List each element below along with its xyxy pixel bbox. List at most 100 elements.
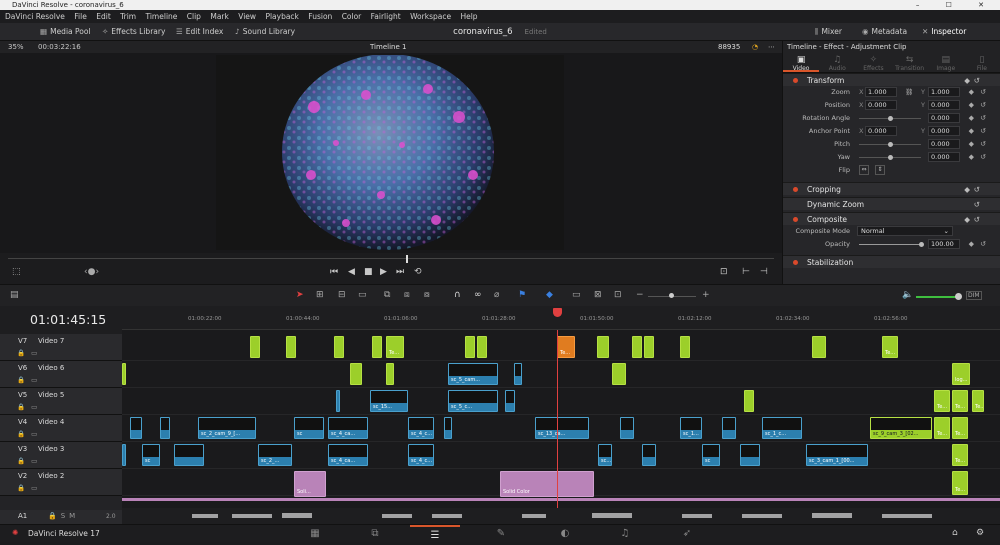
timeline-clip[interactable] (122, 363, 126, 385)
track-name[interactable]: Video 6 (38, 364, 64, 372)
yaw-field[interactable]: 0.000 (928, 152, 960, 162)
menu-timeline[interactable]: Timeline (146, 12, 178, 21)
sync-icon[interactable]: ◔ (752, 41, 758, 53)
menu-davinci[interactable]: DaVinci Resolve (5, 12, 65, 21)
window-controls[interactable]: – ☐ ✕ (916, 0, 996, 10)
keyframe-icon[interactable]: ◆ (969, 140, 974, 148)
adjustment-clip-bar[interactable] (122, 498, 1000, 501)
timeline-clip[interactable] (477, 336, 487, 358)
reset-icon[interactable]: ↺ (974, 198, 980, 211)
go-to-start-icon[interactable]: ⏮ (330, 267, 338, 277)
reset-icon[interactable]: ↺ (980, 140, 986, 148)
opacity-slider-knob[interactable] (919, 242, 924, 247)
timeline-clip[interactable]: sc (702, 444, 720, 466)
menu-workspace[interactable]: Workspace (410, 12, 451, 21)
timeline-clip[interactable]: sc (142, 444, 160, 466)
reset-icon[interactable]: ↺ (980, 101, 986, 109)
deliver-page-button[interactable]: ➶ (662, 525, 712, 543)
keyframe-icon[interactable]: ◆ (964, 183, 970, 196)
metadata-button[interactable]: ◉ Metadata (862, 27, 907, 36)
timeline-clip[interactable]: Te... (952, 471, 968, 495)
reset-icon[interactable]: ↺ (980, 127, 986, 135)
timeline-clip[interactable]: sc... (598, 444, 612, 466)
menu-view[interactable]: View (238, 12, 256, 21)
snapping-icon[interactable]: ∩ (454, 290, 461, 300)
play-reverse-icon[interactable]: ◀ (348, 267, 355, 277)
timeline-clip[interactable]: Solid Color (500, 471, 594, 497)
link-icon[interactable]: ⛓ (905, 88, 913, 96)
zoom-slider-knob[interactable] (669, 293, 674, 298)
timeline-clip[interactable] (642, 444, 656, 466)
track-lock-icon[interactable]: 🔒▭ (17, 457, 43, 465)
menu-mark[interactable]: Mark (210, 12, 229, 21)
timeline-clip[interactable] (250, 336, 260, 358)
scrub-playhead[interactable] (406, 255, 408, 263)
anchor-x-field[interactable]: 0.000 (865, 126, 897, 136)
pitch-field[interactable]: 0.000 (928, 139, 960, 149)
position-lock-icon[interactable]: ⌀ (494, 290, 499, 300)
speaker-icon[interactable]: 🔈 (902, 290, 913, 300)
viewer-zoom[interactable]: 35% (8, 41, 24, 53)
timeline-clip[interactable]: log... (952, 363, 970, 385)
flag-icon[interactable]: ⚑ (518, 290, 526, 300)
transform-section-header[interactable]: Transform ◆ ↺ (783, 73, 1000, 86)
dynamic-trim-icon[interactable]: ⊟ (338, 290, 346, 300)
timeline-clip[interactable]: Te... (557, 336, 575, 358)
timeline-clip[interactable] (644, 336, 654, 358)
timeline-clip[interactable]: sc_4_ca... (328, 444, 368, 466)
timeline-name[interactable]: Timeline 1 (370, 41, 406, 53)
loop-icon[interactable]: ⟲ (414, 267, 422, 277)
timeline-clip[interactable]: sc_5_cam... (448, 363, 498, 385)
track-name[interactable]: Video 4 (38, 418, 64, 426)
linked-selection-icon[interactable]: ∞ (474, 290, 482, 300)
insert-clip-icon[interactable]: ⧉ (384, 290, 390, 300)
timeline-clip[interactable]: sc_2_cam_9_[... (198, 417, 256, 439)
timeline-clip[interactable]: sc_4_ca... (328, 417, 368, 439)
viewer-scrub-bar[interactable] (0, 253, 782, 265)
menu-fairlight[interactable]: Fairlight (371, 12, 401, 21)
flip-vertical-icon[interactable]: ⇕ (875, 165, 885, 175)
track-name[interactable]: Video 2 (38, 472, 64, 480)
menu-file[interactable]: File (74, 12, 87, 21)
timeline-clip[interactable]: Soli... (294, 471, 326, 497)
timeline-tracks[interactable]: Te... Te... Te... sc_5_cam... log... sc_… (122, 330, 1000, 524)
rotation-slider-knob[interactable] (888, 116, 893, 121)
opacity-field[interactable]: 100.00 (928, 239, 960, 249)
volume-slider-knob[interactable] (955, 293, 962, 300)
dynamic-zoom-section-header[interactable]: Dynamic Zoom ↺ (783, 197, 1000, 210)
timeline-clip[interactable]: Te... (386, 336, 404, 358)
track-lock-icon[interactable]: 🔒▭ (17, 430, 43, 438)
timeline-clip[interactable] (514, 363, 522, 385)
timeline-clip[interactable]: Te... (882, 336, 898, 358)
timeline-clip[interactable] (130, 417, 142, 439)
settings-gear-icon[interactable]: ⚙ (976, 528, 984, 538)
mixer-button[interactable]: ⫼ Mixer (815, 27, 842, 37)
timeline-clip[interactable]: sc_13_ca... (535, 417, 589, 439)
enable-dot-icon[interactable] (793, 260, 798, 265)
edit-page-button[interactable]: ☰ (410, 525, 460, 543)
tab-effects[interactable]: ✧ Effects (855, 53, 891, 72)
replace-clip-icon[interactable]: ⧇ (424, 290, 430, 300)
zoom-detail-icon[interactable]: ⊠ (594, 290, 602, 300)
timeline-clip[interactable] (350, 363, 362, 385)
timeline-clip[interactable]: sc_1... (680, 417, 702, 439)
enable-dot-icon[interactable] (793, 217, 798, 222)
timeline-clip[interactable] (812, 336, 826, 358)
timeline-clip[interactable] (680, 336, 690, 358)
keyframe-icon[interactable]: ◆ (969, 114, 974, 122)
timeline-clip[interactable]: Te... (952, 444, 968, 466)
dim-icon[interactable]: DIM (966, 291, 982, 300)
match-frame-icon[interactable]: ⊡ (720, 267, 728, 277)
audio-track-lane-a1[interactable] (122, 508, 1000, 524)
timeline-view-options-icon[interactable]: ▤ (10, 290, 19, 300)
menu-clip[interactable]: Clip (187, 12, 201, 21)
track-lock-icon[interactable]: 🔒▭ (17, 349, 43, 357)
audio-track-controls-icon[interactable]: 🔒SM (48, 512, 79, 520)
selection-tool-icon[interactable]: ➤ (296, 290, 304, 300)
keyframe-icon[interactable]: ◆ (969, 101, 974, 109)
timeline-clip[interactable]: sc_9_cam_3_[02... (870, 417, 932, 439)
keyframe-icon[interactable]: ◆ (969, 88, 974, 96)
cropping-section-header[interactable]: Cropping ◆ ↺ (783, 182, 1000, 195)
enable-dot-icon[interactable] (793, 78, 798, 83)
menu-trim[interactable]: Trim (120, 12, 136, 21)
